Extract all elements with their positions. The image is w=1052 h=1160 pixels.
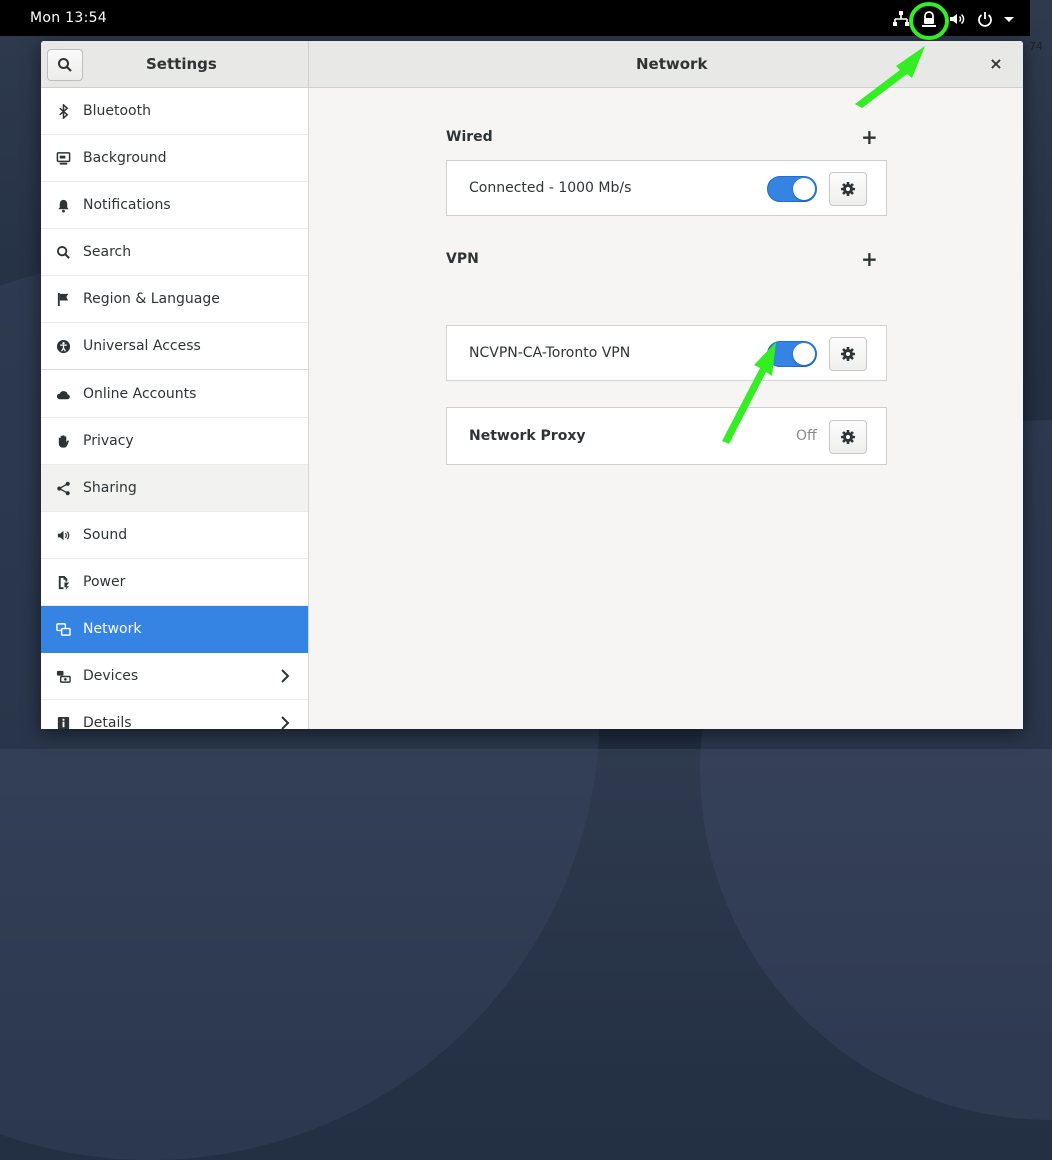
sidebar-item-label: Devices [83, 668, 139, 684]
network-proxy-label: Network Proxy [469, 428, 586, 444]
network-proxy-row[interactable]: Network Proxy Off [446, 407, 887, 465]
sidebar-item-label: Search [83, 244, 132, 260]
chevron-right-icon [281, 716, 290, 729]
sidebar-item-label: Notifications [83, 197, 171, 213]
sidebar-item-label: Power [83, 574, 126, 590]
network-wired-icon[interactable] [891, 9, 911, 29]
vpn-connection-row: NCVPN-CA-Toronto VPN [446, 325, 887, 381]
cloud-icon [55, 386, 71, 402]
toggle-knob [793, 178, 815, 200]
toggle-knob [793, 343, 815, 365]
sidebar-item-devices[interactable]: Devices [41, 653, 308, 700]
gear-icon [841, 430, 855, 444]
search-icon [58, 58, 72, 72]
search-icon [55, 244, 71, 260]
search-button[interactable] [47, 49, 83, 81]
gear-icon [841, 182, 855, 196]
wired-heading: Wired [446, 129, 493, 145]
sidebar-item-region-language[interactable]: Region & Language [41, 276, 308, 323]
network-proxy-settings-button[interactable] [829, 420, 867, 454]
wired-settings-button[interactable] [829, 172, 867, 206]
devices-icon [55, 668, 71, 684]
bluetooth-icon [55, 103, 71, 119]
gear-icon [841, 347, 855, 361]
sidebar-item-sound[interactable]: Sound [41, 512, 308, 559]
settings-window: Settings Network × Bluetooth Background … [41, 41, 1023, 729]
wired-toggle[interactable] [767, 176, 817, 202]
share-icon [55, 480, 71, 496]
add-vpn-button[interactable]: + [861, 249, 878, 269]
sidebar-item-label: Sharing [83, 480, 137, 496]
vpn-heading: VPN [446, 251, 479, 267]
info-icon [55, 715, 71, 729]
bell-icon [55, 197, 71, 213]
sidebar-item-label: Details [83, 715, 132, 729]
wired-status: Connected - 1000 Mb/s [469, 180, 632, 196]
clock[interactable]: Mon 13:54 [30, 10, 107, 26]
sidebar-item-power[interactable]: Power [41, 559, 308, 606]
power-icon[interactable] [975, 9, 995, 29]
wired-connection-row: Connected - 1000 Mb/s [446, 160, 887, 216]
accessibility-icon [55, 338, 71, 354]
sidebar-item-label: Region & Language [83, 291, 220, 307]
sidebar-item-notifications[interactable]: Notifications [41, 182, 308, 229]
close-button[interactable]: × [985, 53, 1007, 75]
edge-text: 74 [1029, 40, 1043, 53]
header-bar: Settings Network × [41, 41, 1023, 88]
sidebar-item-universal-access[interactable]: Universal Access [41, 323, 308, 370]
network-panel: Wired + Connected - 1000 Mb/s VPN + NCVP… [309, 88, 1023, 729]
sidebar-item-label: Privacy [83, 433, 134, 449]
vpn-toggle[interactable] [767, 341, 817, 367]
vpn-settings-button[interactable] [829, 337, 867, 371]
sidebar-item-search[interactable]: Search [41, 229, 308, 276]
sidebar-item-label: Bluetooth [83, 103, 151, 119]
network-proxy-state: Off [796, 428, 817, 444]
sidebar-item-label: Background [83, 150, 167, 166]
vpn-lock-icon[interactable] [919, 9, 939, 29]
header-divider [308, 41, 309, 87]
volume-icon[interactable] [947, 9, 967, 29]
network-icon [55, 621, 71, 637]
power-plug-icon [55, 574, 71, 590]
sidebar-item-background[interactable]: Background [41, 135, 308, 182]
sidebar-item-details[interactable]: Details [41, 700, 308, 729]
chevron-down-icon[interactable] [999, 9, 1019, 29]
sidebar-item-network[interactable]: Network [41, 606, 308, 653]
sidebar-item-label: Sound [83, 527, 128, 543]
vpn-name: NCVPN-CA-Toronto VPN [469, 345, 631, 361]
sidebar-item-online-accounts[interactable]: Online Accounts [41, 371, 308, 418]
add-wired-button[interactable]: + [861, 127, 878, 147]
page-title: Network [636, 55, 708, 73]
hand-icon [55, 433, 71, 449]
sidebar-title: Settings [146, 55, 217, 73]
chevron-right-icon [281, 669, 290, 683]
flag-icon [55, 291, 71, 307]
sidebar-item-bluetooth[interactable]: Bluetooth [41, 88, 308, 135]
background-icon [55, 150, 71, 166]
speaker-icon [55, 527, 71, 543]
sidebar-item-sharing[interactable]: Sharing [41, 465, 308, 512]
sidebar-item-label: Online Accounts [83, 386, 197, 402]
sidebar-item-privacy[interactable]: Privacy [41, 418, 308, 465]
sidebar-item-label: Universal Access [83, 338, 201, 354]
sidebar: Bluetooth Background Notifications Searc… [41, 88, 309, 729]
top-bar: Mon 13:54 [0, 0, 1030, 36]
sidebar-item-label: Network [83, 621, 142, 637]
